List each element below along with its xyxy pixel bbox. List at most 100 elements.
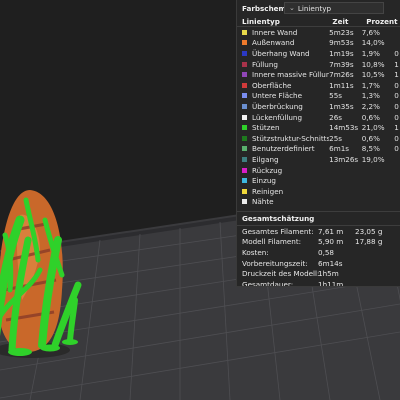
chevron-down-icon: ⌄ — [289, 4, 295, 12]
legend-time: 1m11s — [329, 80, 354, 90]
legend-percent: 10,8% — [361, 59, 385, 69]
legend-time: 6m1s — [329, 144, 350, 154]
legend-percent: 8,5% — [361, 144, 380, 154]
legend-label: Füllung — [252, 59, 278, 69]
color-swatch — [242, 156, 247, 162]
color-swatch — [242, 167, 247, 173]
legend-row[interactable]: Eilgang 13m26s 19,0% — [237, 154, 400, 165]
estimate-label: Druckzeit des Modell: — [242, 269, 320, 279]
legend-type: Stützstruktur-Schnittstelle — [237, 134, 329, 143]
estimate-label: Gesamtdauer: — [242, 279, 294, 287]
legend-type: Überbrückung — [237, 102, 329, 111]
legend-row[interactable]: Nähte — [237, 197, 400, 208]
line-type-list: Innere Wand 5m23s 7,6% Außenwand 9m53s 14,0% Ü… — [237, 27, 400, 207]
legend-time: 26s — [329, 112, 343, 122]
legend-row[interactable]: Untere Fläche 55s 1,3% 0 — [237, 91, 400, 102]
estimate-row: Kosten: 0,58 — [237, 247, 400, 258]
legend-label: Innere massive Füllung — [252, 70, 330, 80]
color-swatch — [242, 178, 247, 184]
legend-extra: 1 — [394, 59, 399, 69]
legend-percent: 7,6% — [361, 27, 380, 37]
legend-type: Füllung — [237, 60, 329, 69]
legend-extra: 0 — [394, 91, 399, 101]
estimate-value-a: 1h5m — [318, 269, 339, 279]
estimate-value-a: 7,61 m — [318, 226, 344, 236]
legend-extra: 0 — [394, 48, 399, 58]
legend-percent: 14,0% — [361, 38, 385, 48]
legend-percent: 2,2% — [361, 101, 380, 111]
dropdown-value: Linientyp — [297, 3, 332, 13]
legend-label: Nähte — [252, 197, 274, 207]
legend-row[interactable]: Stützstruktur-Schnittstelle25s 0,6% 0 — [237, 133, 400, 144]
legend-row[interactable]: Innere massive Füllung 7m26s 10,5% 1 — [237, 69, 400, 80]
legend-label: Lückenfüllung — [252, 112, 303, 122]
legend-extra: 1 — [394, 70, 399, 80]
legend-row[interactable]: Stützen 14m53s 21,0% 1 — [237, 122, 400, 133]
legend-extra: 0 — [394, 80, 399, 90]
legend-type: Überhang Wand — [237, 49, 329, 58]
legend-label: Untere Fläche — [252, 91, 303, 101]
color-swatch — [242, 29, 247, 35]
estimate-row: Modell Filament: 5,90 m 17,88 g — [237, 237, 400, 248]
estimate-value-a: 6m14s — [318, 258, 343, 268]
legend-extra: 1 — [394, 123, 399, 133]
legend-percent: 0,6% — [361, 112, 380, 122]
estimate-value-b: 23,05 g — [355, 226, 383, 236]
legend-type: Untere Fläche — [237, 91, 329, 100]
legend-label: Oberfläche — [252, 80, 292, 90]
legend-label: Stützen — [252, 123, 280, 133]
legend-time: 25s — [329, 133, 343, 143]
legend-percent: 1,9% — [361, 48, 380, 58]
legend-type: Eilgang — [237, 155, 329, 164]
legend-row[interactable]: Überbrückung 1m35s 2,2% 0 — [237, 101, 400, 112]
color-swatch — [242, 40, 247, 46]
legend-label: Überhang Wand — [252, 48, 310, 58]
color-swatch — [242, 93, 247, 99]
legend-row[interactable]: Oberfläche 1m11s 1,7% 0 — [237, 80, 400, 91]
color-scheme-panel: Farbschema ⌄ Linientyp Linientyp Zeit Pr… — [236, 0, 400, 287]
legend-time: 5m23s — [329, 27, 354, 37]
legend-percent: 21,0% — [361, 123, 385, 133]
panel-header: Farbschema ⌄ Linientyp — [237, 0, 400, 16]
legend-time: 7m26s — [329, 70, 354, 80]
legend-row[interactable]: Rückzug — [237, 165, 400, 176]
legend-row[interactable]: Einzug — [237, 175, 400, 186]
legend-row[interactable]: Reinigen — [237, 186, 400, 197]
legend-row[interactable]: Überhang Wand 1m19s 1,9% 0 — [237, 48, 400, 59]
color-swatch — [242, 146, 247, 152]
estimate-row: Druckzeit des Modell: 1h5m — [237, 268, 400, 279]
legend-label: Außenwand — [252, 38, 295, 48]
legend-label: Innere Wand — [252, 27, 298, 37]
column-header-time: Zeit — [332, 16, 349, 26]
estimate-value-b: 17,88 g — [355, 237, 383, 247]
column-header-percent: Prozent — [366, 16, 398, 26]
legend-row[interactable]: Benutzerdefiniert 6m1s 8,5% 0 — [237, 144, 400, 155]
estimate-value-a: 5,90 m — [318, 237, 344, 247]
legend-label: Überbrückung — [252, 101, 303, 111]
legend-type: Benutzerdefiniert — [237, 144, 329, 153]
color-swatch — [242, 50, 247, 56]
legend-percent: 1,7% — [361, 80, 380, 90]
color-scheme-dropdown[interactable]: ⌄ Linientyp — [284, 2, 384, 14]
estimate-label: Gesamtes Filament: — [242, 226, 314, 236]
legend-label: Stützstruktur-Schnittstelle — [252, 133, 329, 143]
color-swatch — [242, 125, 247, 131]
legend-row[interactable]: Lückenfüllung 26s 0,6% 0 — [237, 112, 400, 123]
legend-extra: 0 — [394, 101, 399, 111]
legend-row[interactable]: Füllung 7m39s 10,8% 1 — [237, 59, 400, 70]
legend-type: Lückenfüllung — [237, 113, 329, 122]
estimate-value-a: 1h11m — [318, 279, 344, 287]
color-swatch — [242, 188, 247, 194]
legend-label: Benutzerdefiniert — [252, 144, 315, 154]
legend-type: Innere Wand — [237, 28, 329, 37]
legend-percent: 0,6% — [361, 133, 380, 143]
legend-row[interactable]: Innere Wand 5m23s 7,6% — [237, 27, 400, 38]
legend-row[interactable]: Außenwand 9m53s 14,0% — [237, 38, 400, 49]
legend-type: Rückzug — [237, 166, 329, 175]
legend-type: Stützen — [237, 123, 329, 132]
legend-label: Eilgang — [252, 154, 279, 164]
legend-type: Außenwand — [237, 38, 329, 47]
legend-percent: 10,5% — [361, 70, 385, 80]
estimate-label: Kosten: — [242, 248, 269, 258]
color-swatch — [242, 72, 247, 78]
